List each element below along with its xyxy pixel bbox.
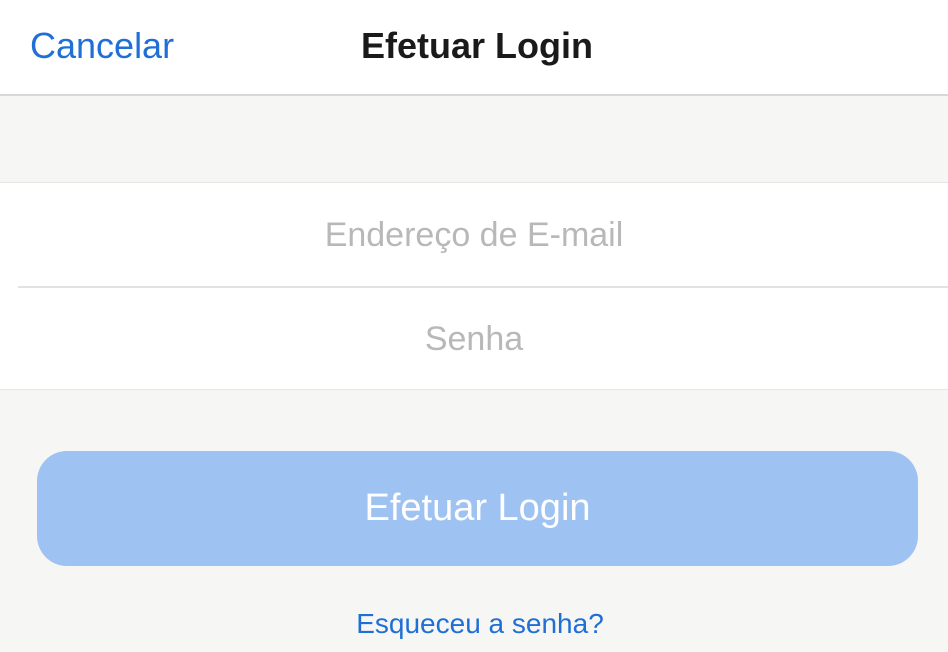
email-field-row: [0, 183, 948, 287]
login-form: [0, 182, 948, 391]
login-button[interactable]: Efetuar Login: [37, 451, 918, 566]
password-field[interactable]: [0, 287, 948, 391]
login-screen: Cancelar Efetuar Login Efetuar Login Esq…: [0, 0, 948, 652]
page-title: Efetuar Login: [361, 25, 593, 66]
password-field-row: [0, 287, 948, 391]
navigation-bar: Cancelar Efetuar Login: [0, 0, 948, 96]
forgot-password-link[interactable]: Esqueceu a senha?: [0, 606, 948, 642]
email-field[interactable]: [0, 183, 948, 287]
